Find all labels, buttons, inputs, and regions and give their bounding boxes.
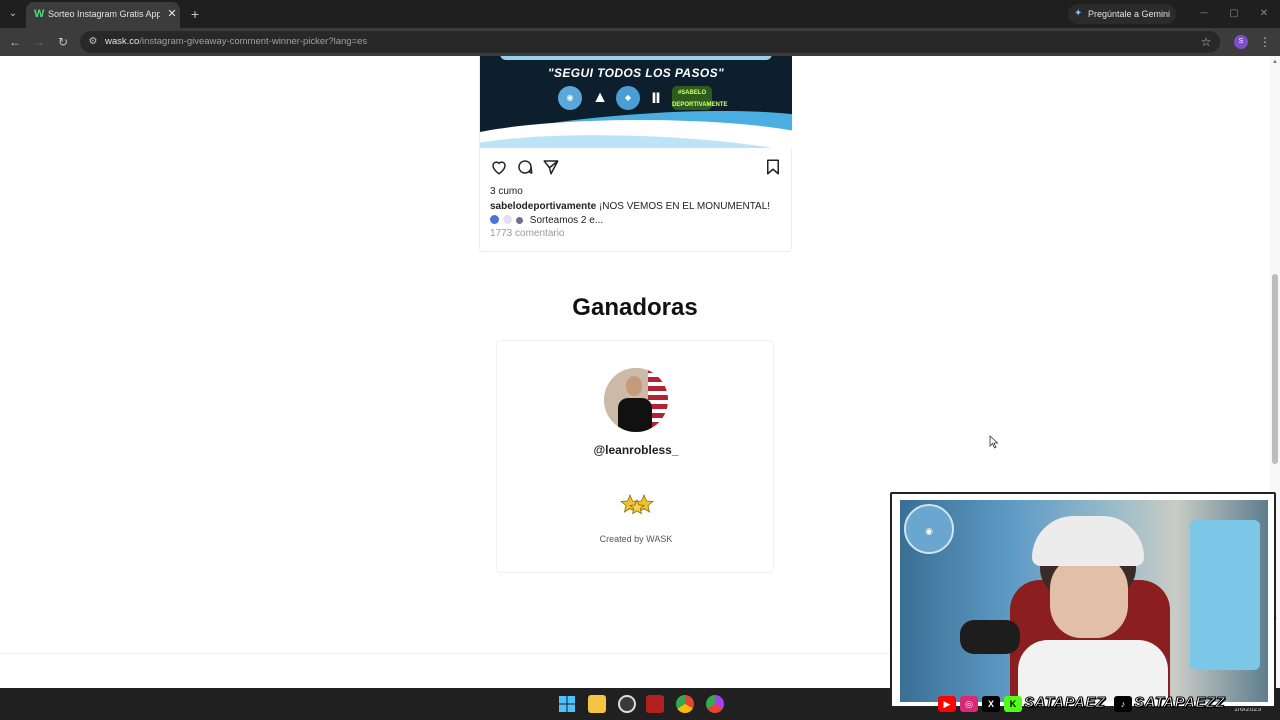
white-heart-icon [503, 215, 512, 224]
active-tab[interactable]: W Sorteo Instagram Gratis App - S ✕ [26, 2, 180, 28]
profile-avatar[interactable]: S [1234, 35, 1248, 49]
new-tab-button[interactable]: + [186, 5, 204, 23]
close-tab-icon[interactable]: ✕ [166, 8, 178, 20]
instagram-icon: ◎ [960, 696, 978, 712]
back-icon[interactable]: ← [6, 33, 24, 51]
wask-favicon-icon: W [34, 8, 45, 20]
voicemeeter-icon[interactable] [646, 695, 664, 713]
bookmark-save-icon[interactable] [764, 158, 782, 176]
browser-tab-strip: ⌄ W Sorteo Instagram Gratis App - S ✕ + … [0, 0, 1280, 28]
close-window-icon[interactable]: ✕ [1256, 6, 1272, 22]
url-text[interactable]: wask.co/instagram-giveaway-comment-winne… [105, 36, 367, 47]
sabelo-logo: #SABELO DEPORTIVAMENTE [672, 86, 728, 110]
windows-start-icon[interactable] [558, 695, 576, 713]
kick-icon: K [1004, 696, 1022, 712]
scroll-up-icon[interactable]: ▲ [1272, 58, 1278, 66]
microphone-icon [960, 620, 1020, 654]
webcam-feed: ◉ [900, 500, 1268, 702]
browser-toolbar: ← → ↻ ⚙ wask.co/instagram-giveaway-comme… [0, 28, 1280, 56]
browser-menu-icon[interactable]: ⋮ [1258, 33, 1272, 51]
winner-avatar[interactable] [604, 368, 668, 432]
created-by-text: Created by WASK [599, 534, 673, 544]
tiktok-icon: ♪ [1114, 696, 1132, 712]
site-info-icon[interactable]: ⚙ [86, 35, 100, 49]
youtube-icon: ▶ [938, 696, 956, 712]
winner-card: @leanrobless_ Created by WASK [496, 340, 774, 573]
alpha-logo-icon: ▲ [592, 89, 608, 106]
x-twitter-icon: X [982, 696, 1000, 712]
blue-heart-icon [490, 215, 499, 224]
gemini-sparkle-icon: ✦ [1074, 8, 1083, 19]
post-likes: 3 cumo [490, 186, 523, 197]
gemini-label: Pregúntale a Gemini [1088, 9, 1171, 19]
tab-title: Sorteo Instagram Gratis App - S [48, 9, 160, 19]
reload-icon[interactable]: ↻ [54, 33, 72, 51]
obs-icon[interactable] [618, 695, 636, 713]
minimize-icon[interactable]: ─ [1196, 6, 1212, 22]
banner-text: "SEGUI TODOS LOS PASOS" [547, 66, 725, 80]
bookmark-star-icon[interactable]: ☆ [1198, 34, 1214, 50]
post-actions [490, 158, 784, 176]
share-send-icon[interactable] [542, 158, 560, 176]
gemini-button[interactable]: ✦ Pregúntale a Gemini [1068, 4, 1176, 24]
maximize-icon[interactable]: ▢ [1226, 6, 1242, 22]
chrome-icon[interactable] [676, 695, 694, 713]
ac-logo-icon: Ⅱ [651, 90, 661, 106]
club-logo-icon: ◉ [558, 86, 582, 110]
caption-line-1: ¡NOS VEMOS EN EL MONUMENTAL! [598, 201, 771, 212]
tab-search-button[interactable]: ⌄ [4, 5, 22, 23]
comment-icon[interactable] [516, 158, 534, 176]
comment-count[interactable]: 1773 comentario [490, 228, 565, 239]
forward-icon[interactable]: → [30, 33, 48, 51]
post-caption: sabelodeportivamente ¡NOS VEMOS EN EL MO… [490, 200, 782, 228]
webcam-overlay: ◉ ▶ ◎ X K SATAPAEZ ♪ SATAPAEZZ [890, 492, 1276, 712]
winners-title: Ganadoras [572, 294, 698, 321]
stars-icon [619, 493, 655, 515]
social-handles-bar: ▶ ◎ X K SATAPAEZ ♪ SATAPAEZZ [938, 694, 1234, 714]
winner-handle[interactable]: @leanrobless_ [497, 443, 775, 457]
chrome-profile-icon[interactable] [706, 695, 724, 713]
like-heart-icon[interactable] [490, 158, 508, 176]
address-bar[interactable]: ⚙ wask.co/instagram-giveaway-comment-win… [80, 31, 1220, 53]
mouse-cursor-icon [989, 435, 999, 449]
social-handle-2: SATAPAEZZ [1133, 694, 1226, 712]
team-badge-icon: ◆ [616, 86, 640, 110]
social-handle-1: SATAPAEZ [1024, 694, 1106, 712]
file-explorer-icon[interactable] [588, 695, 606, 713]
post-image: "SEGUI TODOS LOS PASOS" ◉ ▲ ◆ Ⅱ #SABELO … [480, 56, 792, 148]
scroll-thumb[interactable] [1272, 274, 1278, 464]
eyes-icon [516, 217, 523, 224]
instagram-post-card: "SEGUI TODOS LOS PASOS" ◉ ▲ ◆ Ⅱ #SABELO … [479, 56, 792, 252]
caption-line-2: Sorteamos 2 e... [529, 215, 604, 226]
sponsor-logos: ◉ ▲ ◆ Ⅱ #SABELO DEPORTIVAMENTE [558, 86, 728, 112]
club-crest-icon: ◉ [904, 504, 954, 554]
post-username[interactable]: sabelodeportivamente [490, 201, 596, 212]
